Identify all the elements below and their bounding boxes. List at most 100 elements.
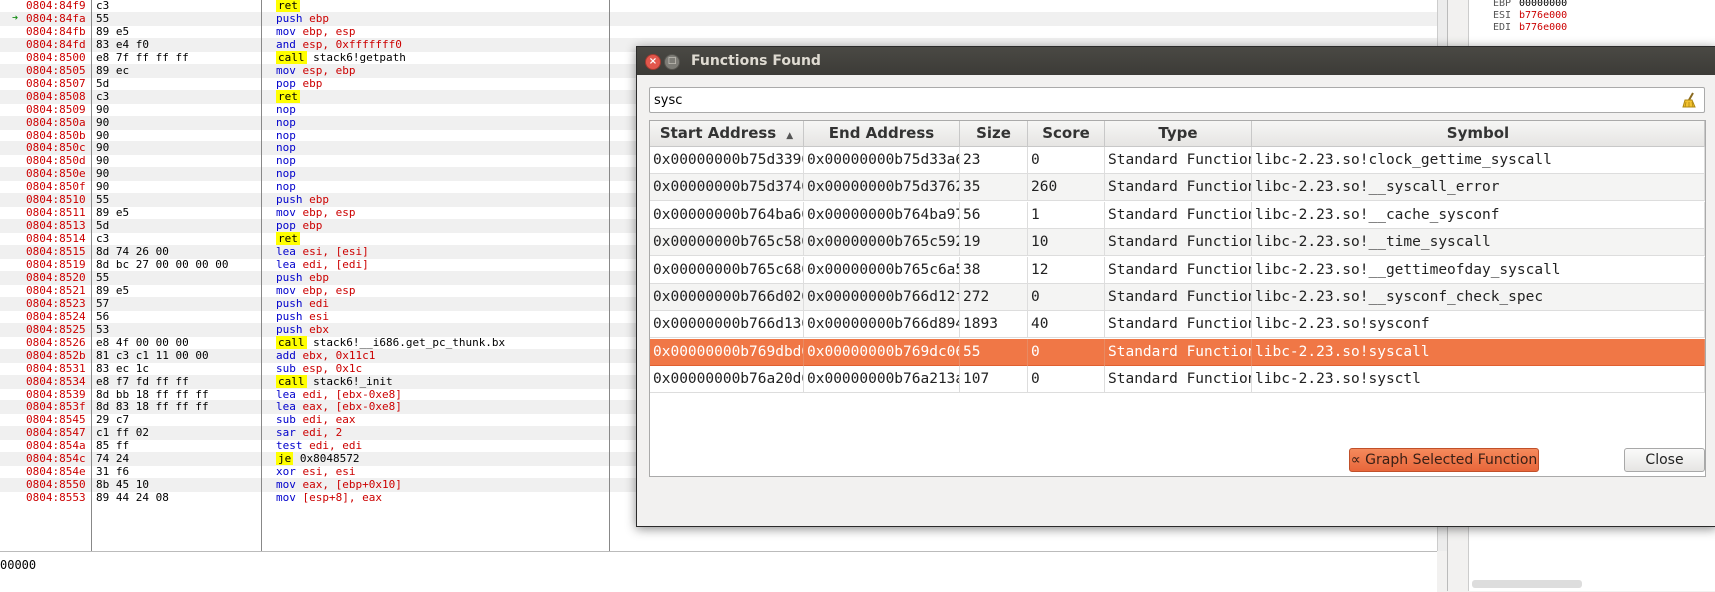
disasm-row[interactable]: 0804:84fb 89 e5 mov ebp, esp <box>0 25 1437 39</box>
filter-input[interactable] <box>654 91 1654 109</box>
disasm-mnemonic: mov <box>276 283 296 297</box>
close-button[interactable]: Close <box>1624 448 1705 472</box>
column-header-end-address[interactable]: End Address <box>804 121 960 147</box>
disasm-bytes: 56 <box>96 309 110 323</box>
disasm-bytes: e8 f7 fd ff ff <box>96 374 189 388</box>
disasm-address: 0804:8509 <box>26 102 86 116</box>
disasm-bytes: 89 ec <box>96 63 130 77</box>
column-header-score[interactable]: Score <box>1028 121 1105 147</box>
disasm-mnemonic: pop <box>276 219 296 233</box>
cell-score: 0 <box>1028 338 1105 366</box>
disasm-instruction: sub edi, eax <box>276 413 355 427</box>
disasm-operands: edi, 2 <box>302 426 343 440</box>
register-name: EDI <box>1493 22 1512 33</box>
table-row[interactable]: 0x00000000b75d3390 0x00000000b75d33a6 23 0 S… <box>650 147 1705 174</box>
disasm-bytes: 90 <box>96 102 110 116</box>
window-close-icon[interactable]: × <box>645 54 661 70</box>
disasm-bytes: 55 <box>96 193 110 207</box>
disasm-mnemonic: push <box>276 322 303 336</box>
disasm-address: 0804:850a <box>26 115 86 129</box>
column-header-size[interactable]: Size <box>960 121 1028 147</box>
cell-start-address: 0x00000000b766d020 <box>650 284 804 311</box>
disasm-address: 0804:853f <box>26 400 86 414</box>
disasm-operands: stack6!getpath <box>313 50 406 64</box>
disasm-address: 0804:84fd <box>26 37 86 51</box>
disasm-mnemonic: call <box>276 374 307 388</box>
cell-start-address: 0x00000000b766d130 <box>650 311 804 339</box>
disasm-instruction: ret <box>276 89 307 104</box>
disasm-instruction: mov ebp, esp <box>276 206 355 220</box>
register-row[interactable]: EDI b776e000 <box>1493 22 1567 34</box>
disasm-mnemonic: push <box>276 11 303 25</box>
graph-selected-function-button[interactable]: ∝ Graph Selected Function <box>1349 448 1539 472</box>
disasm-mnemonic: ret <box>276 0 300 12</box>
disasm-instruction: test edi, edi <box>276 439 362 453</box>
disasm-instruction: lea edi, [edi] <box>276 258 369 272</box>
disasm-mnemonic: push <box>276 270 303 284</box>
cell-end-address: 0x00000000b769dc06 <box>804 338 960 366</box>
disasm-bytes: 8d bc 27 00 00 00 00 <box>96 258 229 271</box>
disasm-operands: 0x8048572 <box>299 452 360 466</box>
cell-type: Standard Function <box>1105 201 1252 229</box>
disasm-operands: ebp <box>302 76 323 90</box>
cell-type: Standard Function <box>1105 256 1252 284</box>
cell-score: 0 <box>1028 284 1105 311</box>
table-row[interactable]: 0x00000000b765c680 0x00000000b765c6a5 38 12… <box>650 256 1705 284</box>
cell-size: 19 <box>960 229 1028 257</box>
disasm-mnemonic: test <box>276 439 303 453</box>
register-row[interactable]: ESI b776e000 <box>1493 10 1567 22</box>
disasm-instruction: lea eax, [ebx-0xe8] <box>276 400 402 414</box>
table-row[interactable]: 0x00000000b76a20d0 0x00000000b76a213a 107 0… <box>650 366 1705 394</box>
disasm-bytes: 89 e5 <box>96 283 130 297</box>
register-row[interactable]: EBP 00000000 <box>1493 0 1567 10</box>
disasm-bytes: e8 7f ff ff ff <box>96 50 189 64</box>
disasm-operands: ebp <box>309 11 329 25</box>
disasm-mnemonic: nop <box>276 180 296 194</box>
cell-type: Standard Function <box>1105 147 1252 174</box>
disasm-row[interactable]: ➜ 0804:84fa 55 push ebp <box>0 11 1437 26</box>
clear-broom-icon[interactable] <box>1680 91 1698 109</box>
table-row[interactable]: 0x00000000b75d3740 0x00000000b75d3762 35 26… <box>650 174 1705 202</box>
dialog-titlebar[interactable]: × □ Functions Found <box>637 47 1715 75</box>
table-row-selected[interactable]: 0x00000000b769dbd0 0x00000000b769dc06 55 0 S… <box>650 338 1705 366</box>
filter-field[interactable] <box>649 87 1705 113</box>
disasm-operands: stack6!__i686.get_pc_thunk.bx <box>313 335 506 349</box>
disasm-operands: ebp, esp <box>302 206 356 220</box>
disasm-operands: esp, ebp <box>302 63 356 77</box>
table-row[interactable]: 0x00000000b765c580 0x00000000b765c592 19 10… <box>650 229 1705 257</box>
disasm-address: 0804:854a <box>26 439 86 453</box>
cell-size: 35 <box>960 174 1028 202</box>
table-row[interactable]: 0x00000000b764ba60 0x00000000b764ba97 56 1 S… <box>650 201 1705 229</box>
table-row[interactable]: 0x00000000b766d130 0x00000000b766d894 1893… <box>650 311 1705 339</box>
disasm-address: 0804:8545 <box>26 413 86 427</box>
disasm-bytes: c3 <box>96 232 110 246</box>
disasm-address: 0804:854e <box>26 465 86 479</box>
current-instruction-arrow-icon: ➜ <box>12 12 19 24</box>
register-scrollbar[interactable] <box>1472 580 1582 588</box>
graph-icon: ∝ <box>1350 452 1366 468</box>
cell-start-address: 0x00000000b769dbd0 <box>650 338 804 366</box>
column-header-type[interactable]: Type <box>1105 121 1252 147</box>
column-header-start-address[interactable]: Start Address ▲ <box>650 121 804 147</box>
disasm-instruction: push esi <box>276 310 329 324</box>
cell-type: Standard Function <box>1105 311 1252 339</box>
cell-start-address: 0x00000000b765c580 <box>650 229 804 257</box>
disasm-bytes: 5d <box>96 76 110 90</box>
window-maximize-icon[interactable]: □ <box>664 54 680 70</box>
disasm-address: 0804:8500 <box>26 50 86 64</box>
cell-score: 1 <box>1028 201 1105 229</box>
cell-end-address: 0x00000000b764ba97 <box>804 201 960 229</box>
disasm-address: 0804:8524 <box>26 309 86 323</box>
disasm-instruction: mov eax, [ebp+0x10] <box>276 478 402 492</box>
disasm-operands: edi, eax <box>302 413 356 427</box>
instruction-column-divider <box>261 0 262 551</box>
table-row[interactable]: 0x00000000b766d020 0x00000000b766d12f 272 0… <box>650 284 1705 311</box>
disasm-instruction: mov [esp+8], eax <box>276 491 382 505</box>
disasm-instruction: xor esi, esi <box>276 465 355 479</box>
disasm-instruction: nop <box>276 129 303 143</box>
disasm-instruction: nop <box>276 103 303 117</box>
functions-table[interactable]: Start Address ▲ End Address Size Score Ty… <box>649 120 1706 477</box>
column-header-symbol[interactable]: Symbol <box>1252 121 1705 147</box>
dialog-title: Functions Found <box>691 53 821 69</box>
data-dump-view[interactable]: 00000 <box>0 551 1437 592</box>
